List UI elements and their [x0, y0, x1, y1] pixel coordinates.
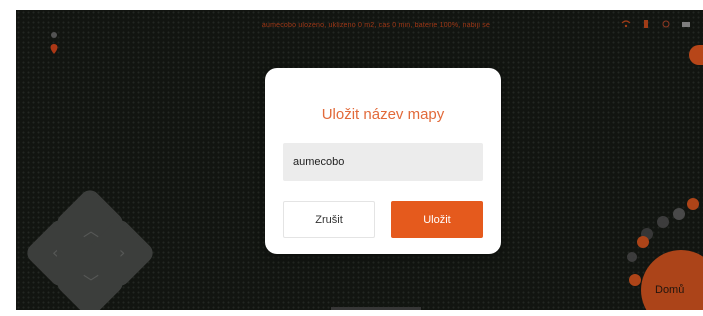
cancel-button[interactable]: Zrušit	[283, 201, 375, 238]
map-name-input[interactable]	[283, 143, 483, 181]
save-button[interactable]: Uložit	[391, 201, 483, 238]
dialog-title: Uložit název mapy	[321, 106, 445, 123]
save-map-name-dialog: Uložit název mapy Zrušit Uložit	[265, 68, 501, 254]
